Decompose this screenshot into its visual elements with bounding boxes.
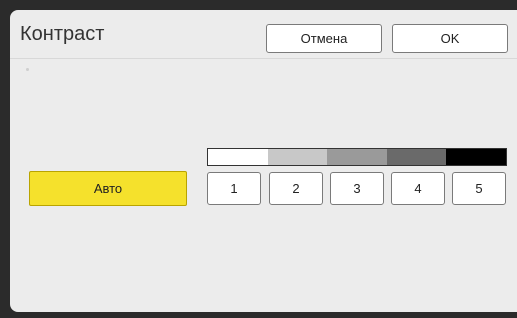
contrast-dialog: Контраст Отмена OK Авто 1 2 3 4 5 xyxy=(10,10,517,312)
contrast-level-4-button[interactable]: 4 xyxy=(391,172,445,205)
contrast-shade-2 xyxy=(267,149,328,165)
contrast-scale xyxy=(207,148,507,166)
contrast-shade-3 xyxy=(327,149,387,165)
cancel-button[interactable]: Отмена xyxy=(266,24,382,53)
dialog-header: Контраст Отмена OK xyxy=(10,10,517,59)
contrast-shade-1 xyxy=(208,149,268,165)
contrast-level-2-button[interactable]: 2 xyxy=(269,172,323,205)
contrast-shade-4 xyxy=(386,149,447,165)
ok-button[interactable]: OK xyxy=(392,24,508,53)
corner-dot xyxy=(26,68,29,71)
contrast-level-3-button[interactable]: 3 xyxy=(330,172,384,205)
contrast-shade-5 xyxy=(446,149,506,165)
dialog-title: Контраст xyxy=(20,23,105,45)
contrast-level-5-button[interactable]: 5 xyxy=(452,172,506,205)
auto-button[interactable]: Авто xyxy=(29,171,187,206)
contrast-level-1-button[interactable]: 1 xyxy=(207,172,261,205)
